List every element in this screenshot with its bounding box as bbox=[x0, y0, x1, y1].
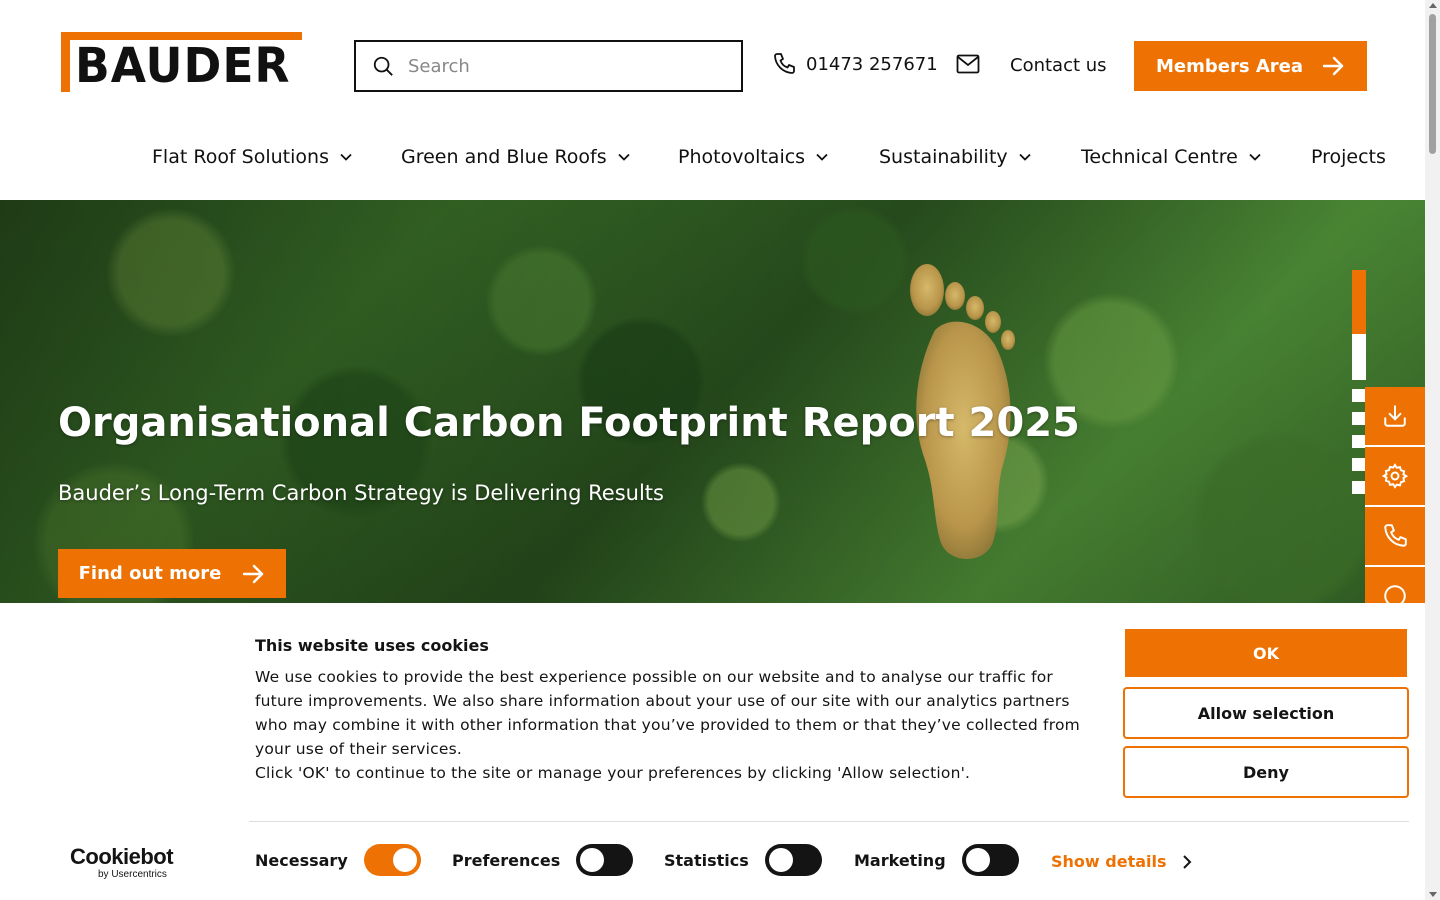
contact-us-link[interactable]: Contact us bbox=[1010, 55, 1107, 76]
logo-bar-left bbox=[61, 32, 70, 92]
nav-item-sustainability[interactable]: Sustainability bbox=[879, 146, 1032, 168]
main-nav: Flat Roof Solutions Green and Blue Roofs… bbox=[0, 146, 1425, 174]
toggle-knob bbox=[392, 848, 417, 872]
search-input[interactable] bbox=[408, 55, 708, 77]
toggle-statistics: Statistics bbox=[664, 844, 822, 876]
members-area-button[interactable]: Members Area bbox=[1134, 41, 1367, 91]
cookie-banner: This website uses cookies We use cookies… bbox=[0, 603, 1425, 900]
phone-number: 01473 257671 bbox=[806, 53, 938, 75]
chat-icon bbox=[1384, 585, 1406, 603]
scroll-up-arrow-icon[interactable] bbox=[1429, 3, 1437, 8]
slide-indicator bbox=[1352, 270, 1366, 494]
find-out-more-label: Find out more bbox=[78, 563, 222, 584]
slide-indicator-dot[interactable] bbox=[1352, 481, 1366, 494]
slide-indicator-active[interactable] bbox=[1352, 270, 1366, 334]
cookie-deny-button[interactable]: Deny bbox=[1123, 746, 1409, 798]
chevron-down-icon bbox=[340, 153, 352, 161]
cookiebot-logo-subtext: by Usercentrics bbox=[98, 869, 167, 880]
toggle-knob bbox=[965, 848, 990, 872]
nav-item-projects[interactable]: Projects bbox=[1311, 146, 1386, 168]
slide-indicator-dot[interactable] bbox=[1352, 435, 1366, 448]
cookie-body: We use cookies to provide the best exper… bbox=[255, 665, 1085, 785]
toggle-necessary: Necessary bbox=[255, 844, 421, 876]
chevron-down-icon bbox=[618, 153, 630, 161]
chevron-down-icon bbox=[816, 153, 828, 161]
settings-button[interactable] bbox=[1365, 447, 1425, 507]
gear-icon bbox=[1382, 463, 1408, 489]
nav-item-label: Flat Roof Solutions bbox=[152, 146, 329, 168]
statistics-toggle[interactable] bbox=[764, 844, 822, 876]
phone-link[interactable]: 01473 257671 bbox=[772, 52, 938, 76]
nav-item-label: Photovoltaics bbox=[678, 146, 806, 168]
envelope-icon bbox=[956, 54, 980, 74]
cookie-body-instructions: Click 'OK' to continue to the site or ma… bbox=[255, 764, 971, 782]
hero-title: Organisational Carbon Footprint Report 2… bbox=[58, 400, 1080, 446]
mail-link[interactable] bbox=[956, 54, 980, 78]
phone-icon bbox=[1384, 524, 1407, 547]
nav-item-label: Projects bbox=[1311, 146, 1386, 168]
nav-item-photovoltaics[interactable]: Photovoltaics bbox=[678, 146, 829, 168]
preferences-toggle[interactable] bbox=[576, 844, 634, 876]
hero-banner: Organisational Carbon Footprint Report 2… bbox=[0, 200, 1425, 603]
cookie-body-text: We use cookies to provide the best exper… bbox=[255, 668, 1080, 758]
members-area-label: Members Area bbox=[1156, 55, 1303, 77]
site-header: BAUDER 01473 257671 Contact us Members A… bbox=[0, 0, 1425, 200]
toggle-label: Preferences bbox=[452, 850, 561, 870]
download-button[interactable] bbox=[1365, 387, 1425, 447]
toggle-knob bbox=[768, 848, 793, 872]
chevron-down-icon bbox=[1249, 153, 1261, 161]
find-out-more-button[interactable]: Find out more bbox=[58, 549, 286, 598]
slide-indicator-dot[interactable] bbox=[1352, 389, 1366, 402]
toggle-label: Necessary bbox=[255, 850, 348, 870]
logo-text: BAUDER bbox=[75, 38, 291, 94]
cookie-ok-button[interactable]: OK bbox=[1125, 629, 1407, 677]
cookie-title: This website uses cookies bbox=[255, 636, 489, 655]
show-details-link[interactable]: Show details bbox=[1051, 852, 1193, 871]
toggle-knob bbox=[580, 848, 605, 872]
toggle-label: Statistics bbox=[664, 850, 749, 870]
scroll-down-arrow-icon[interactable] bbox=[1429, 892, 1437, 897]
search-box[interactable] bbox=[354, 40, 743, 92]
phone-icon bbox=[774, 53, 795, 74]
slide-indicator-dot[interactable] bbox=[1352, 458, 1366, 471]
cookiebot-logo-text: Cookiebot bbox=[70, 844, 174, 869]
download-icon bbox=[1384, 405, 1406, 427]
slide-indicator-dot[interactable] bbox=[1352, 412, 1366, 425]
chevron-right-icon bbox=[1182, 854, 1191, 869]
bauder-logo[interactable]: BAUDER bbox=[61, 32, 302, 94]
scroll-thumb[interactable] bbox=[1429, 14, 1436, 154]
cookie-divider bbox=[249, 821, 1409, 822]
nav-item-label: Technical Centre bbox=[1081, 146, 1238, 168]
show-details-label: Show details bbox=[1051, 852, 1167, 871]
toggle-label: Marketing bbox=[854, 850, 946, 870]
chat-button[interactable] bbox=[1365, 567, 1425, 603]
nav-item-technical-centre[interactable]: Technical Centre bbox=[1081, 146, 1262, 168]
nav-item-flat-roof-solutions[interactable]: Flat Roof Solutions bbox=[152, 146, 353, 168]
nav-item-label: Green and Blue Roofs bbox=[401, 146, 607, 168]
cookiebot-logo: Cookiebot by Usercentrics bbox=[70, 844, 174, 881]
search-icon bbox=[373, 56, 393, 76]
arrow-right-icon bbox=[1322, 56, 1344, 76]
toggle-preferences: Preferences bbox=[452, 844, 634, 876]
toggle-marketing: Marketing bbox=[854, 844, 1019, 876]
side-toolbar bbox=[1365, 387, 1425, 603]
cookie-allow-selection-button[interactable]: Allow selection bbox=[1123, 687, 1409, 739]
hero-subtitle: Bauder’s Long-Term Carbon Strategy is De… bbox=[58, 481, 664, 505]
chevron-down-icon bbox=[1019, 153, 1031, 161]
page-scrollbar[interactable] bbox=[1425, 0, 1440, 900]
nav-item-label: Sustainability bbox=[879, 146, 1008, 168]
call-button[interactable] bbox=[1365, 507, 1425, 567]
nav-item-green-and-blue-roofs[interactable]: Green and Blue Roofs bbox=[401, 146, 631, 168]
slide-indicator-dot[interactable] bbox=[1352, 334, 1366, 380]
necessary-toggle[interactable] bbox=[363, 844, 421, 876]
arrow-right-icon bbox=[243, 564, 264, 583]
marketing-toggle[interactable] bbox=[961, 844, 1019, 876]
